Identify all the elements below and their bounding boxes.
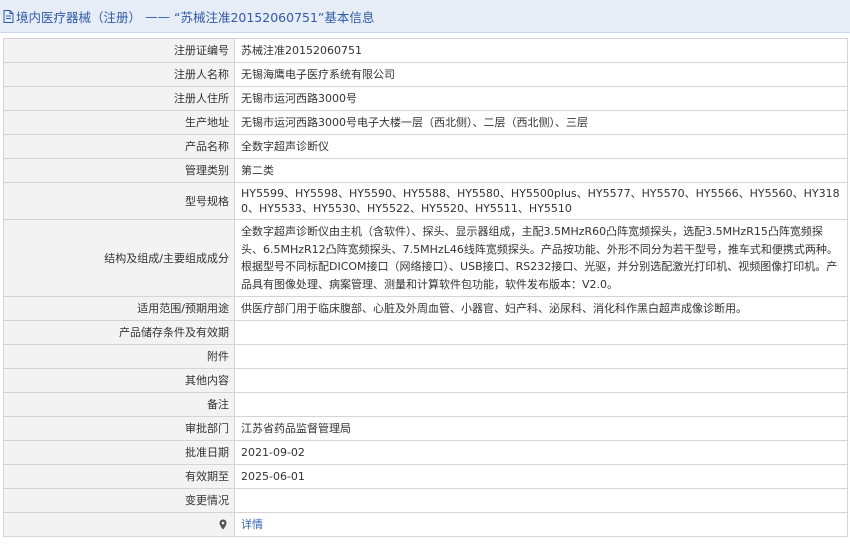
location-pin-icon xyxy=(219,519,227,530)
table-row: 有效期至 2025-06-01 xyxy=(3,464,848,489)
row-value-change-history xyxy=(234,488,848,513)
header-title-prefix: 境内医疗器械（注册） xyxy=(16,9,142,25)
row-label-remarks: 备注 xyxy=(3,392,235,417)
document-icon xyxy=(3,9,14,23)
row-label-model-spec: 型号规格 xyxy=(3,182,235,220)
row-label-approval-date: 批准日期 xyxy=(3,440,235,465)
row-label-management-class: 管理类别 xyxy=(3,158,235,183)
row-label-attachments: 附件 xyxy=(3,344,235,369)
details-link[interactable]: 详情 xyxy=(241,518,263,531)
table-row: 注册人住所 无锡市运河西路3000号 xyxy=(3,86,848,111)
table-row: 附件 xyxy=(3,344,848,369)
table-row: 产品储存条件及有效期 xyxy=(3,320,848,345)
table-row: 审批部门 江苏省药品监督管理局 xyxy=(3,416,848,441)
row-label-registration-no: 注册证编号 xyxy=(3,38,235,63)
table-row: 产品名称 全数字超声诊断仪 xyxy=(3,134,848,159)
header-title-main: “苏械注准20152060751”基本信息 xyxy=(173,9,375,25)
row-label-storage-conditions: 产品储存条件及有效期 xyxy=(3,320,235,345)
table-row: 结构及组成/主要组成成分 全数字超声诊断仪由主机（含软件）、探头、显示器组成，主… xyxy=(3,219,848,297)
row-value-management-class: 第二类 xyxy=(234,158,848,183)
row-value-registration-no: 苏械注准20152060751 xyxy=(234,38,848,63)
table-row: 管理类别 第二类 xyxy=(3,158,848,183)
row-label-production-address: 生产地址 xyxy=(3,110,235,135)
row-label-registrant-name: 注册人名称 xyxy=(3,62,235,87)
row-value-production-address: 无锡市运河西路3000号电子大楼一层（西北侧）、二层（西北侧）、三层 xyxy=(234,110,848,135)
row-label-other-content: 其他内容 xyxy=(3,368,235,393)
row-label-approval-dept: 审批部门 xyxy=(3,416,235,441)
table-row: 生产地址 无锡市运河西路3000号电子大楼一层（西北侧）、二层（西北侧）、三层 xyxy=(3,110,848,135)
row-value-valid-until: 2025-06-01 xyxy=(234,464,848,489)
page-header: 境内医疗器械（注册） —— “苏械注准20152060751”基本信息 xyxy=(0,0,850,33)
table-row: 注册证编号 苏械注准20152060751 xyxy=(3,38,848,63)
table-row: 变更情况 xyxy=(3,488,848,513)
row-label-change-history: 变更情况 xyxy=(3,488,235,513)
row-value-registrant-address: 无锡市运河西路3000号 xyxy=(234,86,848,111)
row-value-other-content xyxy=(234,368,848,393)
table-row: 批准日期 2021-09-02 xyxy=(3,440,848,465)
row-label-product-name: 产品名称 xyxy=(3,134,235,159)
row-value-approval-dept: 江苏省药品监督管理局 xyxy=(234,416,848,441)
row-value-attachments xyxy=(234,344,848,369)
row-value-product-name: 全数字超声诊断仪 xyxy=(234,134,848,159)
table-row: 型号规格 HY5599、HY5598、HY5590、HY5588、HY5580、… xyxy=(3,182,848,220)
row-value-registrant-name: 无锡海鹰电子医疗系统有限公司 xyxy=(234,62,848,87)
registration-detail-table: 注册证编号 苏械注准20152060751 注册人名称 无锡海鹰电子医疗系统有限… xyxy=(3,38,848,537)
row-label-intended-use: 适用范围/预期用途 xyxy=(3,296,235,321)
header-separator: —— xyxy=(141,8,174,24)
row-value-storage-conditions xyxy=(234,320,848,345)
table-row: 其他内容 xyxy=(3,368,848,393)
row-label-registrant-address: 注册人住所 xyxy=(3,86,235,111)
table-row: 注册人名称 无锡海鹰电子医疗系统有限公司 xyxy=(3,62,848,87)
detail-table-wrapper: 注册证编号 苏械注准20152060751 注册人名称 无锡海鹰电子医疗系统有限… xyxy=(0,33,850,537)
row-label-valid-until: 有效期至 xyxy=(3,464,235,489)
table-row: 备注 xyxy=(3,392,848,417)
row-value-structure: 全数字超声诊断仪由主机（含软件）、探头、显示器组成，主配3.5MHzR60凸阵宽… xyxy=(234,219,848,297)
row-label-structure: 结构及组成/主要组成成分 xyxy=(3,219,235,297)
table-row: 详情 xyxy=(3,512,848,537)
table-row: 适用范围/预期用途 供医疗部门用于临床腹部、心脏及外周血管、小器官、妇产科、泌尿… xyxy=(3,296,848,321)
row-value-approval-date: 2021-09-02 xyxy=(234,440,848,465)
row-value-model-spec: HY5599、HY5598、HY5590、HY5588、HY5580、HY550… xyxy=(234,182,848,220)
row-value-remarks xyxy=(234,392,848,417)
row-label-details xyxy=(3,512,235,537)
row-value-details: 详情 xyxy=(234,512,848,537)
row-value-intended-use: 供医疗部门用于临床腹部、心脏及外周血管、小器官、妇产科、泌尿科、消化科作黑白超声… xyxy=(234,296,848,321)
